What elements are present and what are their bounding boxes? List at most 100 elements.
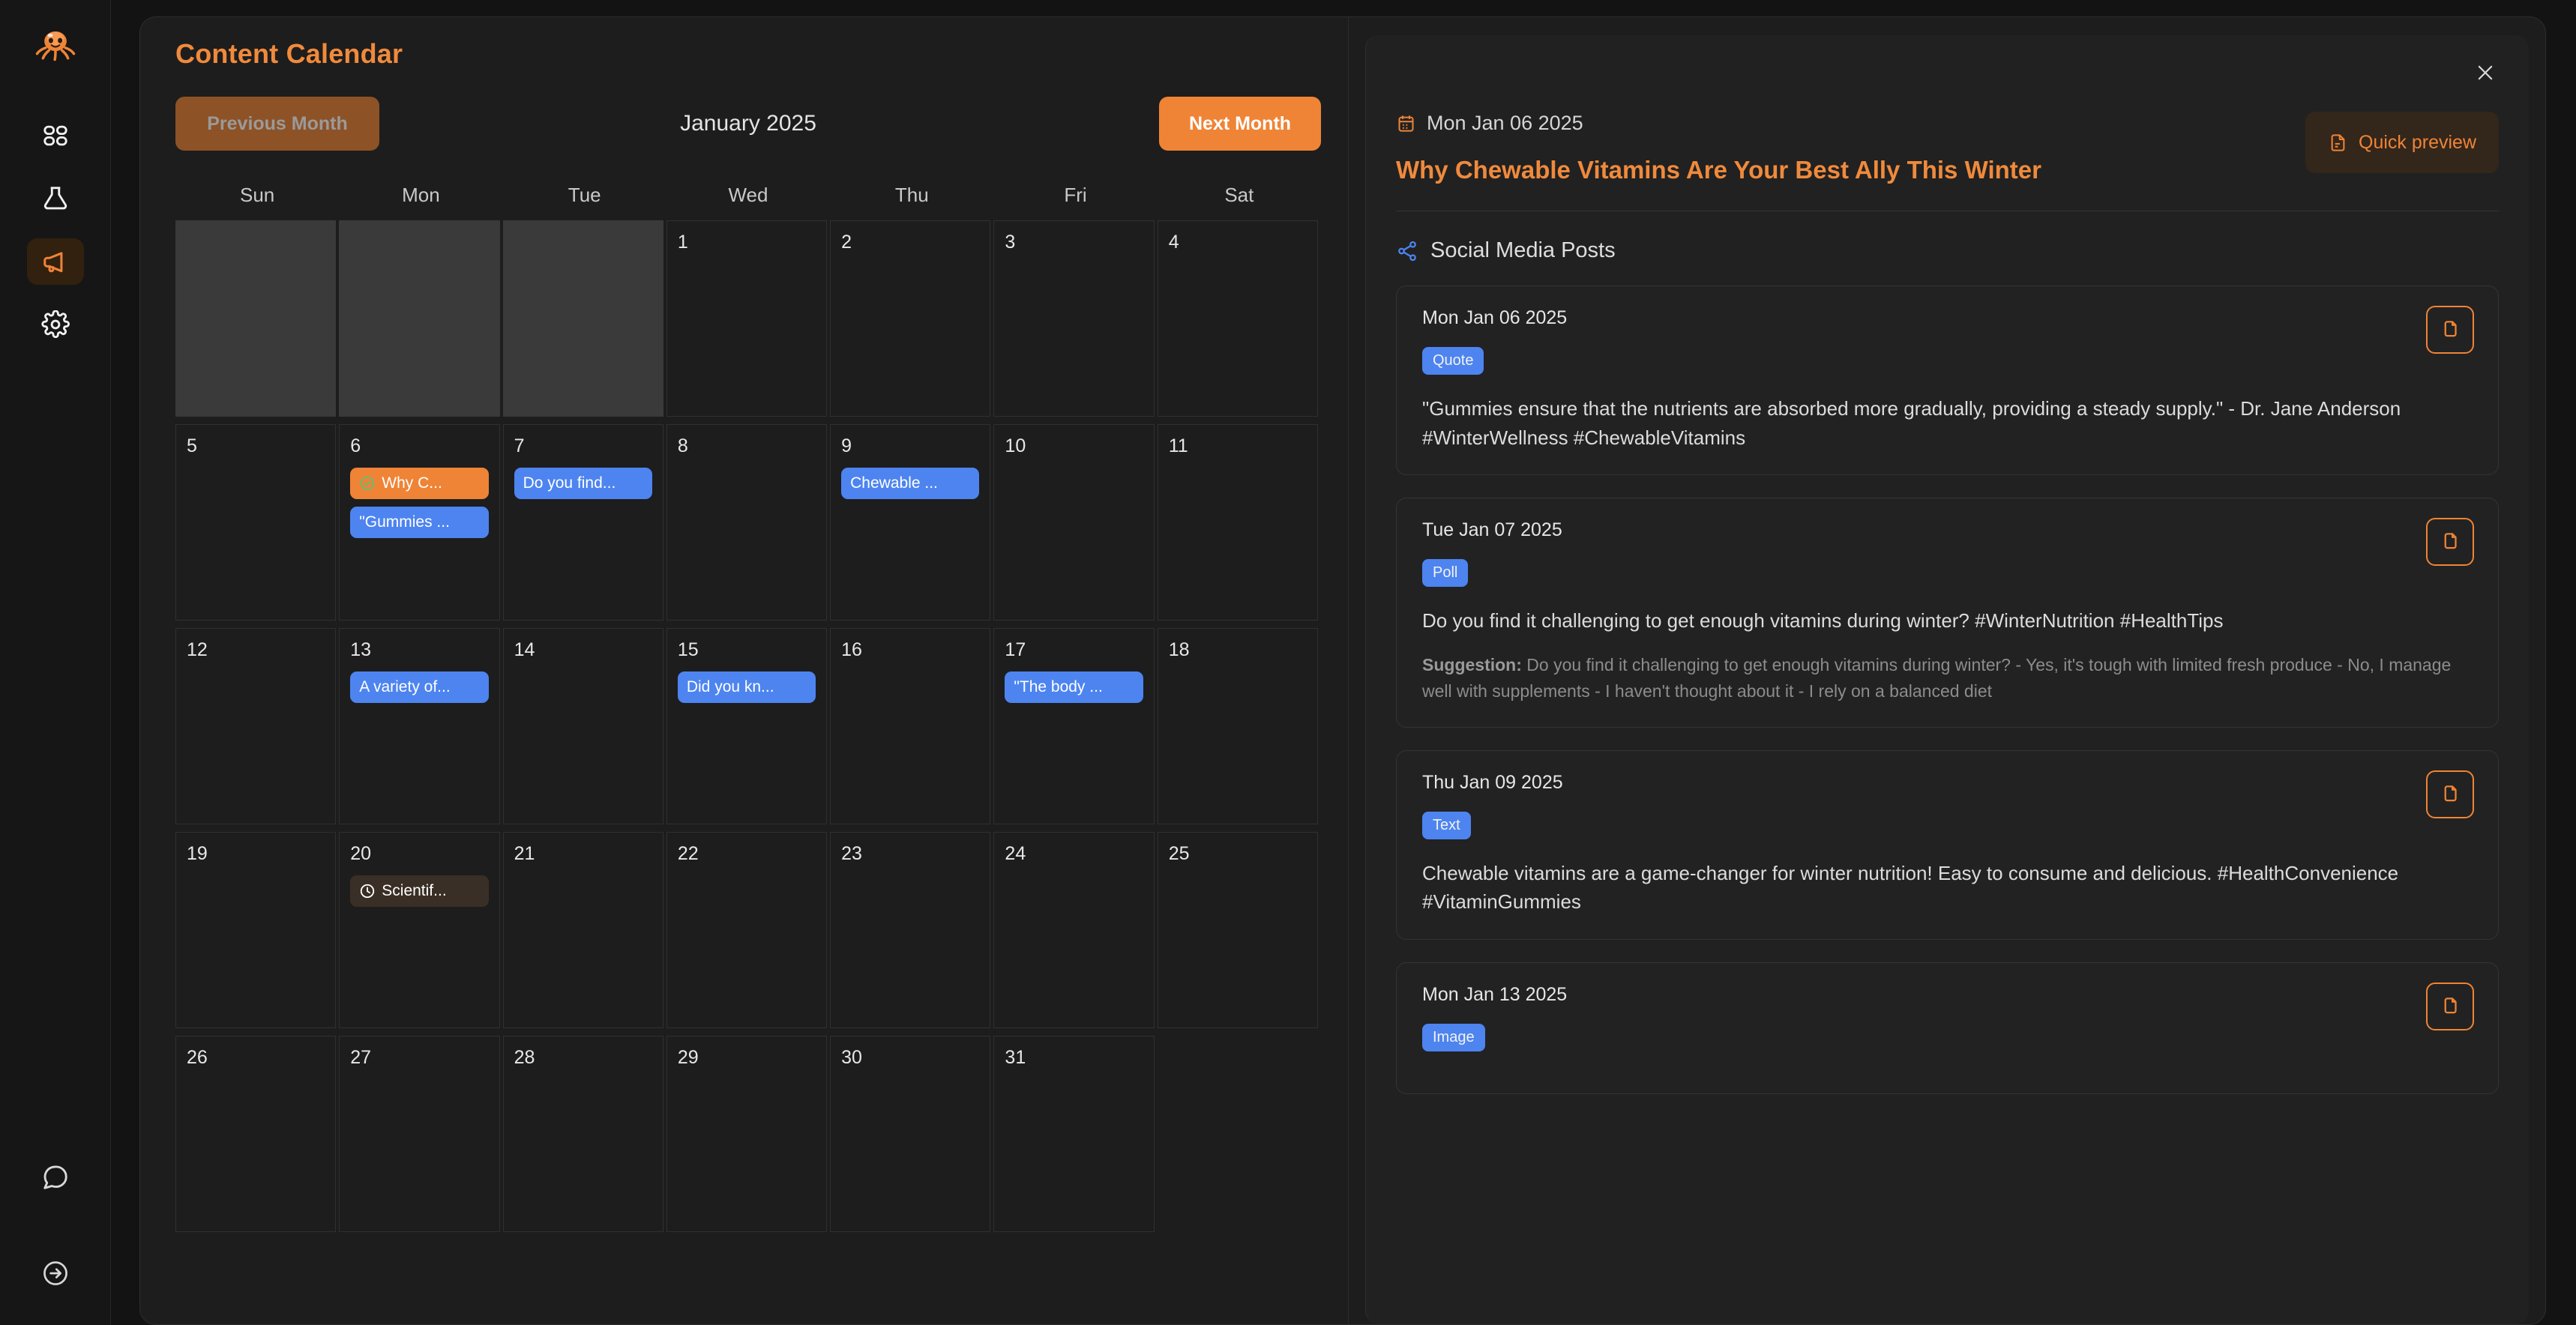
calendar-cell[interactable]: 9 Chewable ... xyxy=(830,424,990,621)
calendar-cell-empty xyxy=(503,220,663,417)
calendar-event-chip[interactable]: Scientif... xyxy=(350,875,488,907)
calendar-cell[interactable]: 28 xyxy=(503,1036,663,1232)
copy-post-button[interactable] xyxy=(2426,983,2474,1030)
social-post-body: Do you find it challenging to get enough… xyxy=(1422,606,2473,635)
calendar-day-number: 1 xyxy=(678,232,816,253)
sidebar-nav xyxy=(27,112,84,348)
flask-icon xyxy=(41,184,70,213)
calendar-event-chip[interactable]: Chewable ... xyxy=(841,468,979,499)
calendar-cell[interactable]: 29 xyxy=(666,1036,827,1232)
calendar-day-number: 29 xyxy=(678,1047,816,1069)
calendar-cell[interactable]: 8 xyxy=(666,424,827,621)
calendar-day-number: 23 xyxy=(841,843,979,865)
calendar-cell[interactable]: 31 xyxy=(993,1036,1154,1232)
calendar-cell[interactable]: 24 xyxy=(993,832,1154,1028)
calendar-cell[interactable]: 23 xyxy=(830,832,990,1028)
calendar-cell[interactable]: 5 xyxy=(175,424,336,621)
calendar-cell[interactable]: 21 xyxy=(503,832,663,1028)
calendar-cell[interactable]: 14 xyxy=(503,628,663,824)
next-month-button[interactable]: Next Month xyxy=(1159,97,1321,151)
social-post-type-badge: Text xyxy=(1422,812,1471,839)
calendar-cell[interactable]: 4 xyxy=(1158,220,1318,417)
calendar-cell[interactable]: 12 xyxy=(175,628,336,824)
calendar-day-number: 9 xyxy=(841,435,979,457)
calendar-cell-empty xyxy=(175,220,336,417)
calendar-event-label: Chewable ... xyxy=(850,474,938,492)
calendar-cell[interactable]: 16 xyxy=(830,628,990,824)
calendar-event-label: Did you kn... xyxy=(687,678,774,696)
calendar-cell[interactable]: 30 xyxy=(830,1036,990,1232)
sidebar-item-support[interactable] xyxy=(27,1154,84,1201)
copy-post-button[interactable] xyxy=(2426,770,2474,818)
sidebar-bottom-nav xyxy=(27,1154,84,1297)
calendar-cell[interactable]: 3 xyxy=(993,220,1154,417)
social-posts-list: Mon Jan 06 2025Quote"Gummies ensure that… xyxy=(1396,286,2499,1093)
dow-wed: Wed xyxy=(666,184,830,207)
calendar-event-chip[interactable]: Do you find... xyxy=(514,468,652,499)
calendar-event-label: Do you find... xyxy=(523,474,616,492)
copy-post-button[interactable] xyxy=(2426,518,2474,566)
quick-preview-button[interactable]: Quick preview xyxy=(2305,112,2499,173)
megaphone-icon xyxy=(41,247,70,276)
sidebar-item-campaigns[interactable] xyxy=(27,238,84,285)
calendar-section: Content Calendar Previous Month January … xyxy=(140,17,1349,1324)
check-circle-icon xyxy=(359,475,376,492)
calendar-cell[interactable]: 1 xyxy=(666,220,827,417)
calendar-cell[interactable]: 19 xyxy=(175,832,336,1028)
sidebar-item-dashboard[interactable] xyxy=(27,112,84,159)
calendar-day-number: 22 xyxy=(678,843,816,865)
calendar-day-number: 19 xyxy=(187,843,325,865)
calendar-cell[interactable]: 10 xyxy=(993,424,1154,621)
calendar-day-number: 13 xyxy=(350,639,488,661)
calendar-cell-void xyxy=(1158,1036,1318,1232)
calendar-day-number: 20 xyxy=(350,843,488,865)
calendar-day-number: 3 xyxy=(1005,232,1143,253)
calendar-cell[interactable]: 7Do you find... xyxy=(503,424,663,621)
calendar-event-chip[interactable]: Why C... xyxy=(350,468,488,499)
calendar-day-number: 11 xyxy=(1169,435,1307,457)
calendar-cell[interactable]: 11 xyxy=(1158,424,1318,621)
calendar-cell-empty xyxy=(339,220,499,417)
social-post-suggestion: Suggestion: Do you find it challenging t… xyxy=(1422,652,2473,704)
calendar-cell[interactable]: 22 xyxy=(666,832,827,1028)
arrow-right-circle-icon xyxy=(41,1259,70,1288)
calendar-cell[interactable]: 25 xyxy=(1158,832,1318,1028)
calendar-cell[interactable]: 13 A variety of... xyxy=(339,628,499,824)
calendar-day-number: 18 xyxy=(1169,639,1307,661)
calendar-cell[interactable]: 26 xyxy=(175,1036,336,1232)
social-post-type-badge: Quote xyxy=(1422,347,1484,375)
calendar-event-chip[interactable]: "The body ... xyxy=(1005,671,1143,703)
social-post-body: Chewable vitamins are a game-changer for… xyxy=(1422,859,2473,917)
chat-bubble-icon xyxy=(41,1163,70,1192)
calendar-cell[interactable]: 18 xyxy=(1158,628,1318,824)
calendar-cell[interactable]: 2 xyxy=(830,220,990,417)
close-icon[interactable] xyxy=(2464,52,2506,94)
calendar-cell[interactable]: 27 xyxy=(339,1036,499,1232)
sidebar-item-collapse-sidebar[interactable] xyxy=(27,1250,84,1297)
social-post-suggestion-label: Suggestion: xyxy=(1422,655,1522,674)
calendar-event-chip[interactable]: A variety of... xyxy=(350,671,488,703)
copy-icon xyxy=(2439,531,2461,553)
clock-icon xyxy=(359,883,376,899)
calendar-event-label: Scientif... xyxy=(382,882,446,900)
calendar-cell[interactable]: 17"The body ... xyxy=(993,628,1154,824)
sidebar-item-settings[interactable] xyxy=(27,301,84,348)
calendar-day-number: 4 xyxy=(1169,232,1307,253)
copy-post-button[interactable] xyxy=(2426,306,2474,354)
calendar-day-number: 2 xyxy=(841,232,979,253)
detail-date-text: Mon Jan 06 2025 xyxy=(1427,112,1583,135)
calendar-day-number: 27 xyxy=(350,1047,488,1069)
social-post-date: Mon Jan 13 2025 xyxy=(1422,984,2473,1006)
calendar-day-number: 6 xyxy=(350,435,488,457)
calendar-day-number: 28 xyxy=(514,1047,652,1069)
previous-month-button[interactable]: Previous Month xyxy=(175,97,379,151)
calendar-day-number: 10 xyxy=(1005,435,1143,457)
detail-date-row: Mon Jan 06 2025 xyxy=(1396,112,2283,135)
calendar-cell[interactable]: 15Did you kn... xyxy=(666,628,827,824)
calendar-cell[interactable]: 20 Scientif... xyxy=(339,832,499,1028)
calendar-event-chip[interactable]: Did you kn... xyxy=(678,671,816,703)
calendar-event-chip[interactable]: "Gummies ... xyxy=(350,507,488,538)
content-panel: Content Calendar Previous Month January … xyxy=(139,16,2546,1325)
calendar-cell[interactable]: 6 Why C... "Gummies ... xyxy=(339,424,499,621)
sidebar-item-experiments[interactable] xyxy=(27,175,84,222)
